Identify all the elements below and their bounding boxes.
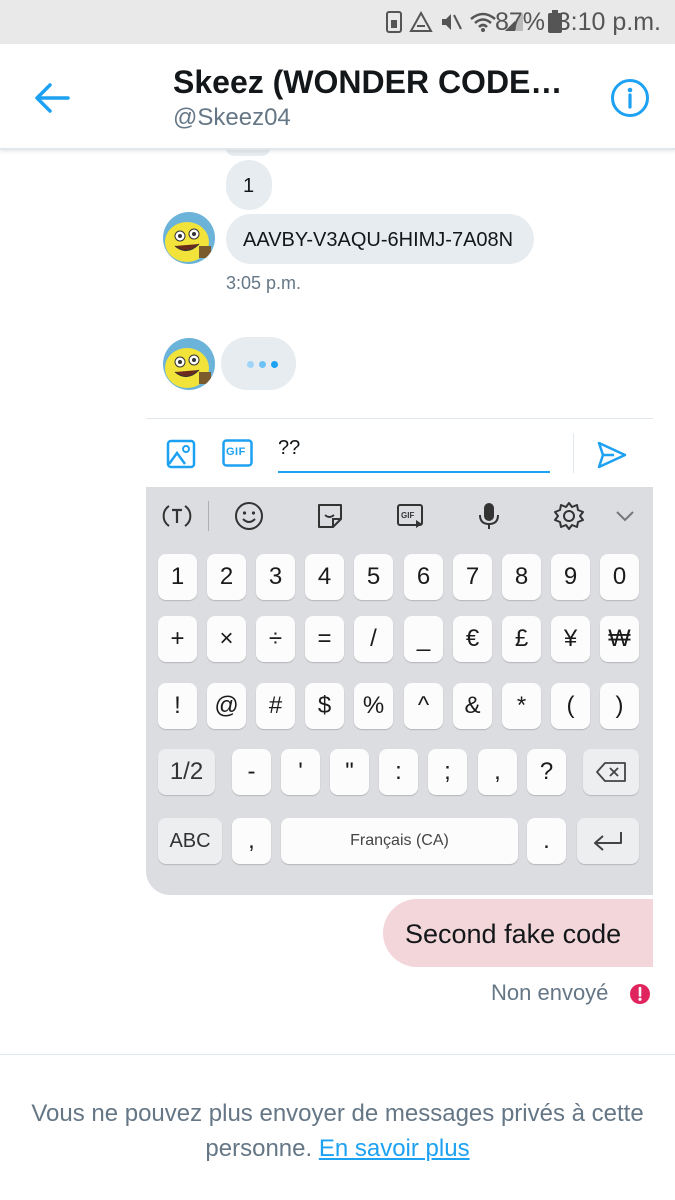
gif-keyboard-label: GIF	[401, 511, 415, 520]
dm-restriction-notice: Vous ne pouvez plus envoyer de messages …	[0, 1096, 675, 1166]
chevron-down-icon[interactable]	[608, 499, 642, 533]
message-bubble[interactable]: 1	[226, 160, 272, 210]
key[interactable]: 0	[600, 554, 639, 600]
error-icon[interactable]	[629, 983, 651, 1005]
composer-divider	[573, 433, 574, 473]
toolbar-divider	[208, 501, 209, 531]
key[interactable]: ;	[428, 749, 467, 795]
enter-icon	[594, 832, 622, 851]
key[interactable]: 9	[551, 554, 590, 600]
key[interactable]: @	[207, 683, 246, 729]
message-input[interactable]	[278, 433, 550, 473]
key[interactable]: _	[404, 616, 443, 662]
sticker-icon[interactable]	[313, 499, 347, 533]
typing-dot	[259, 361, 266, 368]
info-icon[interactable]	[610, 78, 650, 118]
key[interactable]: -	[232, 749, 271, 795]
key[interactable]: $	[305, 683, 344, 729]
back-arrow-icon[interactable]	[32, 78, 72, 118]
key[interactable]: (	[551, 683, 590, 729]
key[interactable]: 2	[207, 554, 246, 600]
clock: 3:10 p.m.	[556, 8, 661, 36]
status-bar: 87% 3:10 p.m.	[0, 0, 675, 44]
send-icon[interactable]	[596, 439, 628, 471]
key[interactable]: /	[354, 616, 393, 662]
backspace-key[interactable]	[583, 749, 639, 795]
period-key[interactable]: .	[527, 818, 566, 864]
on-screen-keyboard: GIF 1 2 3 4 5 6 7 8 9 0 + × ÷ = / _ € £ …	[146, 487, 653, 895]
key[interactable]: 5	[354, 554, 393, 600]
typing-dot	[247, 361, 254, 368]
key[interactable]: €	[453, 616, 492, 662]
text-mode-icon[interactable]	[160, 499, 194, 533]
avatar[interactable]	[163, 338, 215, 390]
typing-indicator	[221, 337, 296, 390]
microphone-icon[interactable]	[472, 499, 506, 533]
avatar[interactable]	[163, 212, 215, 264]
sim-icon	[386, 11, 402, 33]
key[interactable]: :	[379, 749, 418, 795]
key[interactable]: ×	[207, 616, 246, 662]
settings-gear-icon[interactable]	[552, 499, 586, 533]
backspace-icon	[596, 762, 626, 782]
key[interactable]: +	[158, 616, 197, 662]
key[interactable]: &	[453, 683, 492, 729]
key[interactable]: "	[330, 749, 369, 795]
key[interactable]: ^	[404, 683, 443, 729]
learn-more-link[interactable]: En savoir plus	[319, 1135, 470, 1162]
key[interactable]: =	[305, 616, 344, 662]
image-icon[interactable]	[166, 439, 196, 469]
sent-message-bubble[interactable]: Second fake code	[383, 899, 653, 967]
battery-percent: 87%	[494, 8, 545, 36]
key[interactable]: ,	[478, 749, 517, 795]
key[interactable]: 3	[256, 554, 295, 600]
key[interactable]: 6	[404, 554, 443, 600]
footer-divider	[0, 1054, 675, 1055]
gif-label: GIF	[226, 446, 246, 458]
recycle-icon	[409, 11, 433, 32]
message-status[interactable]: Non envoyé	[491, 980, 608, 1006]
message-composer: GIF	[146, 418, 653, 486]
conversation-header: Skeez (WONDER CODE… @Skeez04	[0, 44, 675, 150]
wifi-icon	[470, 12, 496, 32]
key[interactable]: '	[281, 749, 320, 795]
conversation-title[interactable]: Skeez (WONDER CODE…	[173, 64, 562, 101]
typing-dot	[271, 361, 278, 368]
gif-keyboard-icon[interactable]: GIF	[393, 499, 427, 533]
key[interactable]: ÷	[256, 616, 295, 662]
key[interactable]: #	[256, 683, 295, 729]
comma-key[interactable]: ,	[232, 818, 271, 864]
key[interactable]: ¥	[551, 616, 590, 662]
symbol-page-key[interactable]: 1/2	[158, 749, 215, 795]
message-bubble[interactable]: AAVBY-V3AQU-6HIMJ-7A08N	[226, 214, 534, 264]
gif-button[interactable]: GIF	[222, 439, 253, 467]
key[interactable]: )	[600, 683, 639, 729]
key[interactable]: 1	[158, 554, 197, 600]
abc-key[interactable]: ABC	[158, 818, 222, 864]
key[interactable]: 7	[453, 554, 492, 600]
emoji-icon[interactable]	[232, 499, 266, 533]
key[interactable]: 8	[502, 554, 541, 600]
key[interactable]: ₩	[600, 616, 639, 662]
key[interactable]: %	[354, 683, 393, 729]
sent-message-text: Second fake code	[405, 919, 622, 949]
keyboard-toolbar: GIF	[146, 487, 653, 545]
key[interactable]: *	[502, 683, 541, 729]
mute-icon	[442, 14, 462, 30]
message-timestamp: 3:05 p.m.	[226, 273, 302, 293]
key[interactable]: !	[158, 683, 197, 729]
key[interactable]: ?	[527, 749, 566, 795]
enter-key[interactable]	[577, 818, 639, 864]
key[interactable]: £	[502, 616, 541, 662]
space-key[interactable]: Français (CA)	[281, 818, 518, 864]
conversation-handle: @Skeez04	[173, 104, 291, 131]
key[interactable]: 4	[305, 554, 344, 600]
